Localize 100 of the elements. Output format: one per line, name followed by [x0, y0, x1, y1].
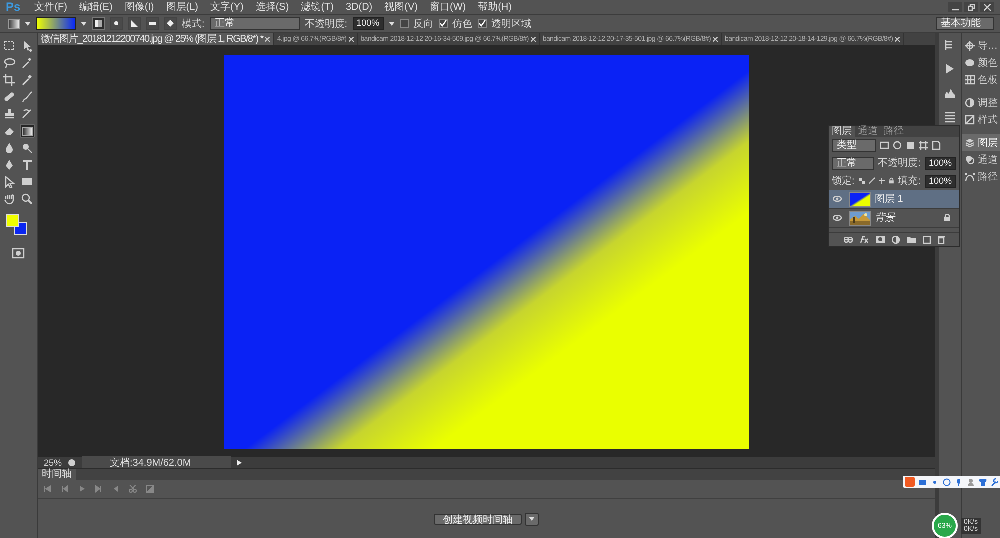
menu-item[interactable]: 帮助(H): [472, 0, 518, 14]
move-arrows-icon[interactable]: [878, 177, 885, 185]
keyboard-icon[interactable]: [919, 478, 927, 486]
close-icon[interactable]: [530, 36, 536, 42]
gradient-type-button[interactable]: [92, 17, 105, 30]
gradient-tool-icon[interactable]: [8, 18, 20, 28]
tool-button[interactable]: [20, 141, 35, 155]
microphone-icon[interactable]: [955, 478, 963, 486]
filter-select[interactable]: 类型: [832, 139, 876, 152]
fill-field[interactable]: 100%: [924, 174, 956, 188]
panel-button[interactable]: 色板: [962, 71, 1000, 88]
menu-item[interactable]: 图层(L): [160, 0, 204, 14]
tool-button[interactable]: [20, 124, 35, 138]
gradient-type-button[interactable]: [110, 17, 123, 30]
caret-icon[interactable]: [388, 22, 395, 26]
eye-icon[interactable]: [833, 215, 842, 221]
checkbox-label: 仿色: [452, 18, 473, 30]
blend-mode-select[interactable]: 正常: [832, 156, 874, 170]
caret-icon[interactable]: [529, 517, 535, 521]
panel-button[interactable]: 导…: [962, 37, 1000, 54]
menu-item[interactable]: 滤镜(T): [295, 0, 340, 14]
image-icon[interactable]: [880, 141, 889, 150]
tool-button[interactable]: [2, 73, 17, 87]
mask-icon[interactable]: [876, 236, 884, 243]
gradient-type-button[interactable]: [146, 17, 159, 30]
restore-icon: [968, 4, 974, 10]
panel-button[interactable]: 调整: [962, 94, 1000, 111]
layer-row[interactable]: 图层 1: [829, 190, 959, 209]
panel-button[interactable]: 图层: [962, 134, 1000, 151]
eye-icon[interactable]: [833, 196, 842, 202]
person-icon[interactable]: [967, 478, 975, 486]
menu-item[interactable]: 3D(D): [340, 2, 379, 12]
play-arrow-icon[interactable]: [237, 460, 242, 466]
page-icon[interactable]: [932, 141, 941, 150]
tool-button[interactable]: [2, 56, 17, 70]
tool-button[interactable]: [2, 39, 17, 53]
timeline-tab[interactable]: 时间轴: [38, 469, 76, 480]
link-icon[interactable]: [844, 236, 852, 242]
panel-button[interactable]: 路径: [962, 168, 1000, 185]
document-tab[interactable]: 微信图片_20181212200740.jpg @ 25% (图层 1, RGB/8*) *: [38, 33, 274, 45]
checkbox[interactable]: [438, 19, 448, 28]
tool-button[interactable]: [2, 107, 17, 121]
tool-button[interactable]: [2, 192, 17, 206]
gradient-type-button[interactable]: [128, 17, 141, 30]
brush-icon[interactable]: [868, 177, 875, 185]
menu-item[interactable]: 文字(Y): [204, 0, 250, 14]
folder-icon[interactable]: [906, 236, 916, 243]
close-icon[interactable]: [265, 36, 270, 42]
menu-item[interactable]: 窗口(W): [424, 0, 472, 14]
layer-row[interactable]: 背景: [829, 209, 959, 228]
panel-button[interactable]: 通道: [962, 151, 1000, 168]
menu-item[interactable]: 文件(F): [28, 0, 74, 14]
close-icon[interactable]: [713, 36, 718, 42]
square-icon[interactable]: [906, 141, 915, 150]
checkbox[interactable]: [400, 19, 409, 28]
menu-item[interactable]: 视图(V): [378, 0, 424, 14]
tool-button[interactable]: [20, 73, 35, 87]
play-icon[interactable]: [944, 63, 956, 75]
opacity-field[interactable]: 100%: [924, 156, 956, 170]
menu-item[interactable]: 图像(I): [118, 0, 160, 14]
new-layer-icon[interactable]: [922, 236, 930, 244]
minimize-button[interactable]: [948, 2, 962, 12]
tool-button[interactable]: [20, 192, 35, 206]
close-icon[interactable]: [895, 36, 900, 42]
close-button[interactable]: [980, 2, 994, 12]
close-icon: [984, 4, 990, 10]
quick-mask-button[interactable]: [11, 246, 26, 260]
frame-icon[interactable]: [919, 141, 928, 150]
trash-icon[interactable]: [938, 236, 944, 244]
lock-icon[interactable]: [888, 177, 894, 185]
menu-item[interactable]: 选择(S): [250, 0, 296, 14]
panel-tab[interactable]: 图层: [829, 126, 855, 137]
panel-tab[interactable]: 通道: [855, 126, 881, 137]
create-timeline-button[interactable]: 创建视频时间轴: [434, 514, 522, 524]
checkbox[interactable]: [478, 19, 487, 28]
dropdown-button[interactable]: [525, 512, 539, 526]
close-icon[interactable]: [348, 36, 354, 42]
opacity-field[interactable]: 100%: [352, 17, 384, 30]
tool-button[interactable]: [20, 158, 35, 172]
shirt-icon[interactable]: [979, 478, 987, 486]
mode-select[interactable]: 正常: [210, 17, 300, 30]
app-logo: Ps: [5, 0, 22, 14]
checker-icon[interactable]: [858, 177, 865, 185]
restore-button[interactable]: [964, 2, 978, 12]
gradient-swatch[interactable]: [36, 17, 76, 30]
panel-button[interactable]: 颜色: [962, 54, 1000, 71]
fx-icon[interactable]: [860, 236, 868, 243]
circle-icon[interactable]: [893, 141, 902, 150]
menu-item[interactable]: 编辑(E): [73, 0, 119, 14]
wrench-icon[interactable]: [991, 478, 999, 486]
panel-button[interactable]: 样式: [962, 111, 1000, 128]
tool-button[interactable]: [20, 90, 35, 104]
color-swatches-drawing[interactable]: [6, 214, 28, 236]
caret-icon[interactable]: [81, 22, 87, 26]
workspace-select[interactable]: 基本功能: [936, 17, 994, 30]
gradient-type-button[interactable]: [164, 17, 177, 30]
panel-tab[interactable]: 路径: [881, 126, 907, 137]
histogram-icon[interactable]: [944, 87, 956, 99]
preset-caret-icon[interactable]: [25, 22, 31, 26]
compass-icon: [965, 40, 975, 50]
